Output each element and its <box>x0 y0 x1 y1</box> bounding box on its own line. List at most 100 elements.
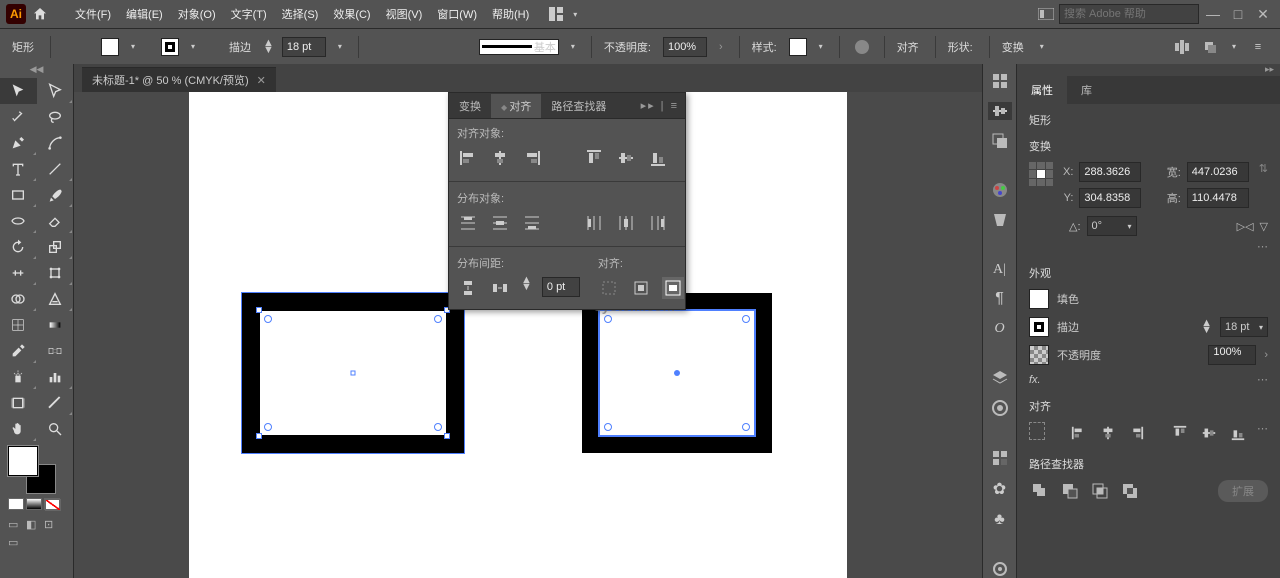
prop-align-left-icon[interactable] <box>1070 422 1089 444</box>
center-point[interactable] <box>351 371 356 376</box>
menu-view[interactable]: 视图(V) <box>380 2 429 26</box>
align-label[interactable]: 对齐 <box>897 39 919 55</box>
prop-align-bottom-icon[interactable] <box>1228 422 1247 444</box>
angle-field[interactable]: 0°▾ <box>1087 216 1137 236</box>
symbol-sprayer-tool[interactable] <box>0 364 37 390</box>
opacity-swatch-prop[interactable] <box>1029 345 1049 365</box>
bbox-handle[interactable] <box>256 307 262 313</box>
opacity-field[interactable]: 100% <box>663 37 707 57</box>
shape-builder-tool[interactable] <box>0 286 37 312</box>
y-field[interactable] <box>1079 188 1141 208</box>
home-icon[interactable] <box>29 3 51 25</box>
width-field[interactable] <box>1187 162 1249 182</box>
anchor-point[interactable] <box>434 315 442 323</box>
pathfinder-exclude-icon[interactable] <box>1119 480 1141 502</box>
stroke-weight-dropdown[interactable] <box>334 41 346 53</box>
dist-top-icon[interactable] <box>457 212 479 234</box>
scale-tool[interactable] <box>37 234 74 260</box>
shape-button-label[interactable]: 形状: <box>948 39 973 55</box>
workspace-icon[interactable] <box>1036 4 1056 24</box>
document-tab[interactable]: 未标题-1* @ 50 % (CMYK/预览) ✕ <box>82 67 276 92</box>
menu-type[interactable]: 文字(T) <box>225 2 273 26</box>
draw-normal-icon[interactable]: ▭ <box>8 518 24 530</box>
appearance-more-icon[interactable]: ⋯ <box>1257 373 1268 386</box>
bbox-handle[interactable] <box>256 433 262 439</box>
align-hcenter-icon[interactable] <box>489 147 511 169</box>
menu-effect[interactable]: 效果(C) <box>327 2 376 26</box>
color-mode-solid[interactable] <box>8 498 24 510</box>
height-field[interactable] <box>1187 188 1249 208</box>
dist-left-icon[interactable] <box>583 212 605 234</box>
arrange-icon[interactable] <box>1200 37 1220 57</box>
prop-align-right-icon[interactable] <box>1127 422 1146 444</box>
bbox-handle[interactable] <box>444 433 450 439</box>
align-to-artboard-icon[interactable] <box>662 277 684 299</box>
tab-align[interactable]: ◆ 对齐 <box>491 94 541 118</box>
prop-align-top-icon[interactable] <box>1171 422 1190 444</box>
menu-help[interactable]: 帮助(H) <box>486 2 535 26</box>
dist-spacing-h-icon[interactable] <box>489 277 511 299</box>
screen-mode-icon[interactable]: ▭ <box>8 536 32 548</box>
artboard-tool[interactable] <box>0 390 37 416</box>
draw-behind-icon[interactable]: ◧ <box>26 518 42 530</box>
pen-tool[interactable] <box>0 130 37 156</box>
draw-inside-icon[interactable]: ⊡ <box>44 518 60 530</box>
color-mode-gradient[interactable] <box>26 498 42 510</box>
align-vcenter-icon[interactable] <box>615 147 637 169</box>
align-to-key-icon[interactable] <box>630 277 652 299</box>
dock-appearance-icon[interactable] <box>988 399 1012 417</box>
x-field[interactable] <box>1079 162 1141 182</box>
dock-char-icon[interactable]: A| <box>988 261 1012 279</box>
selection-tool[interactable] <box>0 78 37 104</box>
dock-opentype-icon[interactable]: O <box>988 320 1012 338</box>
anchor-point[interactable] <box>264 423 272 431</box>
fill-swatch-prop[interactable] <box>1029 289 1049 309</box>
paintbrush-tool[interactable] <box>37 182 74 208</box>
dock-align-icon[interactable] <box>988 102 1012 120</box>
prop-align-vcenter-icon[interactable] <box>1200 422 1219 444</box>
stroke-weight-field[interactable]: 18 pt <box>282 37 326 57</box>
spacing-field[interactable]: 0 pt <box>542 277 580 297</box>
stroke-dropdown[interactable] <box>187 41 199 53</box>
rotate-tool[interactable] <box>0 234 37 260</box>
help-search-input[interactable] <box>1064 8 1206 20</box>
tab-transform[interactable]: 变换 <box>449 94 491 118</box>
menu-window[interactable]: 窗口(W) <box>431 2 483 26</box>
dock-swatch-icon[interactable] <box>988 211 1012 229</box>
gradient-tool[interactable] <box>37 312 74 338</box>
graph-tool[interactable] <box>37 364 74 390</box>
fill-dropdown[interactable] <box>127 41 139 53</box>
close-button[interactable]: ✕ <box>1252 5 1274 23</box>
direct-selection-tool[interactable] <box>37 78 74 104</box>
menu-edit[interactable]: 编辑(E) <box>120 2 169 26</box>
type-tool[interactable] <box>0 156 37 182</box>
align-more-icon[interactable]: ⋯ <box>1257 422 1268 444</box>
menu-select[interactable]: 选择(S) <box>276 2 325 26</box>
dock-symbol-icon[interactable]: ♣ <box>988 511 1012 529</box>
fx-label[interactable]: fx. <box>1029 374 1041 386</box>
opacity-field-prop[interactable]: 100% <box>1208 345 1256 365</box>
recolor-icon[interactable] <box>852 37 872 57</box>
stroke-swatch-prop[interactable] <box>1029 317 1049 337</box>
mesh-tool[interactable] <box>0 312 37 338</box>
panel-collapse-icon[interactable]: ▸▸ | ≡ <box>635 99 685 112</box>
slice-tool[interactable] <box>37 390 74 416</box>
layout-icon[interactable] <box>546 4 566 24</box>
reference-point[interactable] <box>1029 162 1053 186</box>
stroke-style-dropdown[interactable] <box>567 41 579 53</box>
transform-dropdown[interactable] <box>1036 41 1048 53</box>
maximize-button[interactable]: □ <box>1227 5 1249 23</box>
dist-right-icon[interactable] <box>647 212 669 234</box>
fill-swatch[interactable] <box>101 38 119 56</box>
dist-hcenter-icon[interactable] <box>615 212 637 234</box>
align-left-icon[interactable] <box>457 147 479 169</box>
stroke-weight-prop[interactable]: 18 pt▾ <box>1220 317 1268 337</box>
stroke-swatch[interactable] <box>161 38 179 56</box>
tab-pathfinder[interactable]: 路径查找器 <box>541 94 616 118</box>
anchor-point[interactable] <box>604 423 612 431</box>
anchor-point[interactable] <box>264 315 272 323</box>
anchor-point[interactable] <box>434 423 442 431</box>
layout-dropdown[interactable] <box>569 8 581 20</box>
dist-bottom-icon[interactable] <box>521 212 543 234</box>
align-to-toggle-icon[interactable] <box>1029 422 1045 440</box>
